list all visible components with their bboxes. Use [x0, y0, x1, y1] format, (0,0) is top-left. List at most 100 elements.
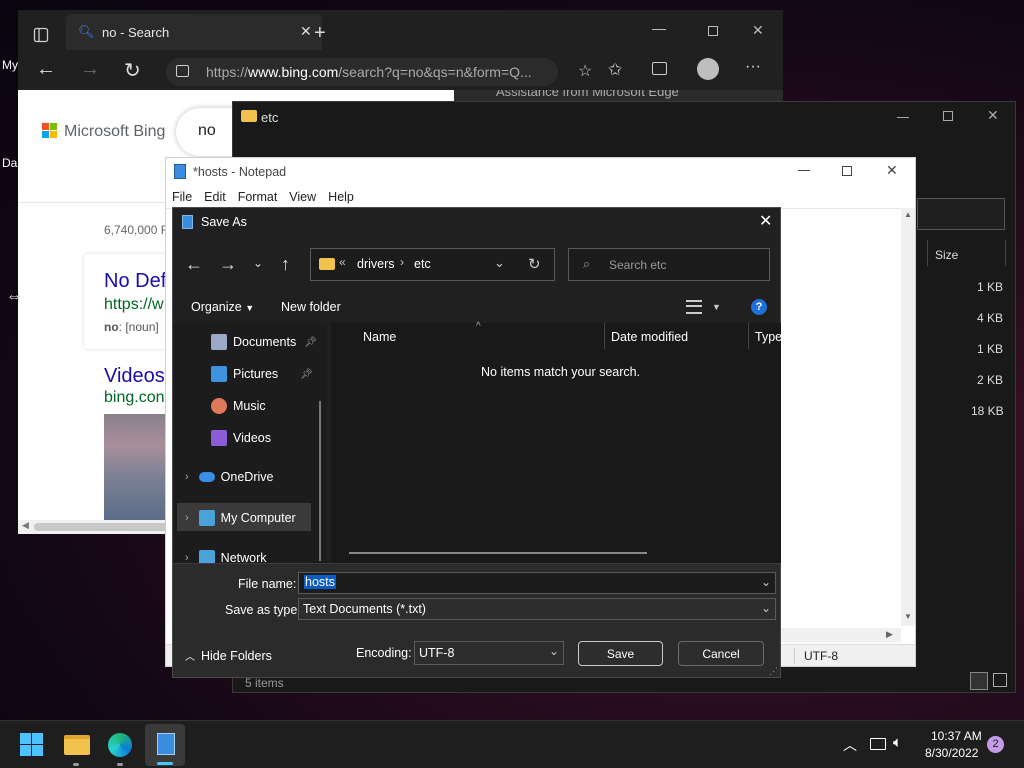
file-name-value: hosts: [304, 575, 336, 589]
start-icon[interactable]: [20, 733, 44, 757]
nav-my-computer[interactable]: › My Computer: [185, 510, 296, 526]
notepad-hscroll[interactable]: ▶: [780, 628, 901, 642]
notepad-maximize-icon[interactable]: [842, 166, 852, 176]
tab-actions-icon[interactable]: [30, 24, 52, 46]
nav-videos[interactable]: Videos: [211, 430, 271, 446]
address-bar[interactable]: https://www.bing.com/search?q=no&qs=n&fo…: [166, 58, 592, 86]
notepad-minimize-icon[interactable]: [798, 170, 810, 171]
volume-icon[interactable]: 🔈︎: [893, 734, 902, 751]
nav-pictures[interactable]: Pictures 📌︎: [211, 366, 313, 382]
add-favorite-icon[interactable]: ☆: [578, 58, 592, 86]
expand-chevron-icon[interactable]: ›: [185, 512, 189, 524]
dialog-close-icon[interactable]: ✕: [759, 211, 772, 231]
forward-arrow-icon[interactable]: →: [219, 254, 237, 275]
column-size[interactable]: Size: [935, 248, 958, 262]
bing-logo[interactable]: Microsoft Bing: [64, 123, 165, 141]
breadcrumb-dropdown-icon[interactable]: ⌄: [494, 255, 505, 271]
nav-scrollbar[interactable]: [319, 401, 321, 561]
profile-avatar[interactable]: [697, 58, 719, 80]
more-options-icon[interactable]: ···: [745, 58, 761, 76]
maximize-icon[interactable]: [708, 26, 718, 36]
column-type[interactable]: Type: [755, 330, 782, 344]
view-options-icon[interactable]: [686, 300, 702, 314]
explorer-close-icon[interactable]: ✕: [987, 107, 999, 124]
breadcrumb-etc[interactable]: etc: [414, 257, 431, 271]
tiles-view-icon[interactable]: [993, 673, 1007, 687]
favorites-icon[interactable]: ✩: [608, 60, 622, 80]
vertical-scrollbar[interactable]: ▲ ▼: [901, 208, 915, 626]
search-folder-box[interactable]: ⌕ Search etc: [568, 248, 770, 281]
result2-title[interactable]: Videos: [104, 365, 165, 388]
collections-icon[interactable]: [652, 62, 667, 75]
explorer-minimize-icon[interactable]: [897, 112, 909, 118]
notepad-title: *hosts - Notepad: [193, 165, 287, 179]
clock-time[interactable]: 10:37 AM: [931, 729, 982, 743]
save-type-select[interactable]: Text Documents (*.txt) ⌄: [298, 598, 776, 620]
save-button[interactable]: Save: [578, 641, 663, 666]
menu-view[interactable]: View: [289, 190, 316, 204]
column-name[interactable]: Name: [363, 330, 396, 344]
browser-tab[interactable]: 🔍︎ no - Search ✕: [66, 14, 322, 50]
cancel-button[interactable]: Cancel: [678, 641, 764, 666]
back-icon[interactable]: ←: [36, 58, 56, 81]
horizontal-scrollbar[interactable]: ◀: [18, 520, 178, 534]
recent-chevron-icon[interactable]: ⌄: [253, 256, 263, 270]
sort-indicator-icon: ^: [476, 321, 481, 332]
view-chevron-icon[interactable]: ▼: [712, 302, 721, 312]
close-tab-icon[interactable]: ✕: [300, 23, 312, 40]
nav-documents[interactable]: Documents 📌︎: [211, 334, 317, 350]
result1-title[interactable]: No Def: [104, 270, 166, 293]
pin-icon[interactable]: 📌︎: [304, 337, 317, 348]
back-arrow-icon[interactable]: ←: [185, 254, 203, 275]
organize-button[interactable]: Organize ▼: [191, 300, 254, 314]
resize-grip-icon[interactable]: ⋰: [769, 666, 778, 677]
expand-chevron-icon[interactable]: ›: [185, 471, 189, 483]
help-icon[interactable]: ?: [751, 299, 767, 315]
video-thumbnail[interactable]: [104, 414, 168, 520]
forward-icon[interactable]: →: [80, 58, 100, 81]
result2-url[interactable]: bing.con: [104, 389, 165, 407]
nav-music[interactable]: Music: [211, 398, 266, 414]
menu-file[interactable]: File: [172, 190, 192, 204]
onedrive-icon: [198, 472, 215, 482]
desktop-label-my: My: [2, 58, 18, 72]
column-divider-2: [1005, 240, 1006, 266]
scroll-left-icon[interactable]: ◀: [22, 520, 29, 531]
menu-help[interactable]: Help: [328, 190, 354, 204]
explorer-search-box[interactable]: [917, 198, 1005, 230]
refresh-folder-icon[interactable]: ↻: [528, 255, 541, 273]
menu-format[interactable]: Format: [238, 190, 278, 204]
column-date[interactable]: Date modified: [611, 330, 688, 344]
nav-network[interactable]: › Network: [185, 550, 267, 563]
breadcrumb-overflow[interactable]: «: [339, 255, 346, 269]
network-status-icon[interactable]: [870, 738, 886, 750]
show-hidden-icons-icon[interactable]: ︿: [843, 735, 857, 755]
notepad-taskbar-button[interactable]: [145, 724, 185, 766]
breadcrumb-drivers[interactable]: drivers: [357, 257, 395, 271]
file-name-chevron-icon[interactable]: ⌄: [761, 575, 771, 589]
close-window-icon[interactable]: ✕: [752, 22, 764, 39]
edge-icon[interactable]: [108, 733, 132, 757]
refresh-icon[interactable]: ↻: [124, 58, 141, 83]
breadcrumb-bar[interactable]: « drivers › etc ⌄ ↻: [310, 248, 555, 281]
minimize-icon[interactable]: [652, 22, 666, 30]
details-view-icon[interactable]: [970, 672, 988, 690]
file-name-input[interactable]: hosts ⌄: [298, 572, 776, 594]
clock-date[interactable]: 8/30/2022: [925, 746, 978, 760]
new-folder-button[interactable]: New folder: [281, 300, 341, 314]
new-tab-icon[interactable]: +: [314, 22, 326, 45]
expand-chevron-icon[interactable]: ›: [185, 552, 189, 563]
up-arrow-icon[interactable]: ↑: [281, 254, 290, 275]
notepad-close-icon[interactable]: ✕: [886, 162, 898, 179]
menu-edit[interactable]: Edit: [204, 190, 226, 204]
encoding-select[interactable]: UTF-8 ⌄: [414, 641, 564, 665]
list-hscrollbar[interactable]: [349, 552, 647, 554]
file-explorer-icon[interactable]: [64, 735, 90, 755]
result1-url[interactable]: https://w: [104, 296, 164, 314]
taskbar-running-indicator: [117, 763, 123, 766]
explorer-maximize-icon[interactable]: [943, 111, 953, 121]
nav-onedrive[interactable]: › OneDrive: [185, 470, 273, 484]
hide-folders-button[interactable]: ︿ Hide Folders: [185, 648, 272, 663]
notification-badge[interactable]: 2: [987, 736, 1004, 753]
pin-icon[interactable]: 📌︎: [300, 369, 313, 380]
